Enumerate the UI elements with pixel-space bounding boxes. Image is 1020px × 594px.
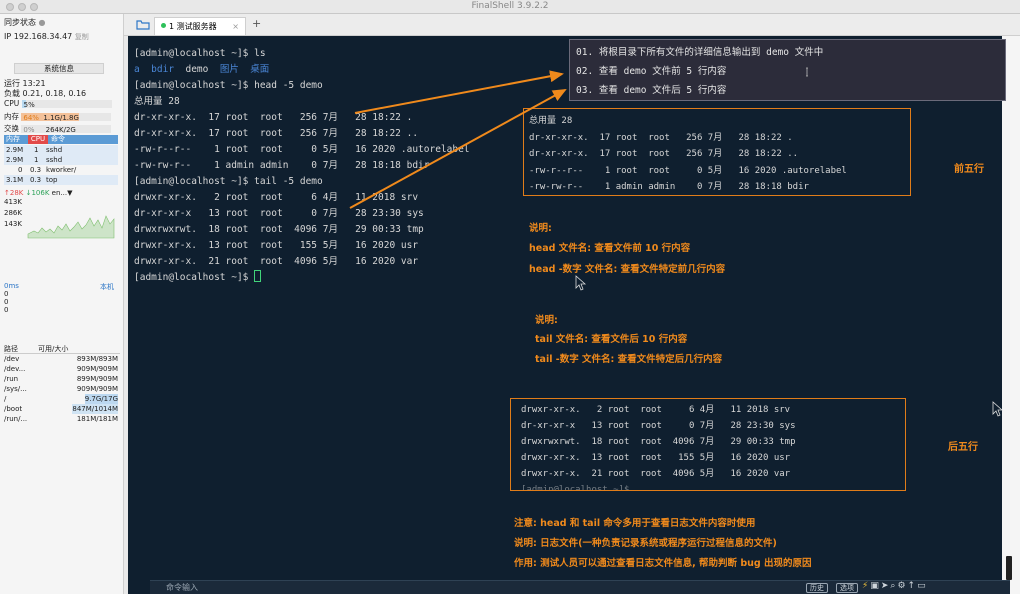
network-status: ↑28K ↓106K en...▼ (4, 189, 73, 197)
purpose-note: 作用: 测试人员可以通过查看日志文件信息, 帮助判断 bug 出现的原因 (514, 558, 812, 569)
system-info-button[interactable]: 系统信息 (14, 63, 104, 74)
cpu-meter: CPU 5% (4, 99, 112, 109)
main-area: 1 测试服务器 × + [admin@localhost ~]$ ls a bdir… (124, 14, 1020, 594)
disk-row[interactable]: /run 899M/909M (4, 374, 120, 384)
close-tab-icon[interactable]: × (232, 18, 239, 35)
proc-col-cmd[interactable]: 命令 (48, 135, 65, 144)
clipboard-icon[interactable]: ▣ (870, 581, 881, 591)
bottom-bar: 命令输入 历史 选项 ⚡▣➤⌕⚙↑▭ (150, 580, 1010, 594)
swap-meter: 交换 0% 264K/2G (4, 123, 112, 134)
app-title: FinalShell 3.9.2.2 (471, 1, 549, 11)
upload-icon[interactable]: ↑ (908, 581, 918, 591)
process-row[interactable]: 2.9M 1 sshd (4, 145, 118, 155)
process-row[interactable]: 2.9M 1 sshd (4, 155, 118, 165)
command-input[interactable]: 命令输入 (166, 582, 198, 593)
first-five-label: 前五行 (954, 164, 984, 175)
load-average: 负载 0.21, 0.18, 0.16 (4, 89, 87, 98)
connected-dot-icon (161, 23, 166, 28)
terminal-output: [admin@localhost ~]$ ls a bdir demo 图片 桌面… (134, 48, 470, 283)
options-button[interactable]: 选项 (836, 583, 858, 593)
latency-panel: 0ms 本机 0 0 0 (4, 282, 114, 314)
process-row[interactable]: 0 0.3 kworker/ (4, 165, 118, 175)
gear-icon[interactable]: ⚙ (897, 581, 907, 591)
terminal-cursor (254, 270, 262, 282)
process-row[interactable]: 3.1M 0.3 top (4, 175, 118, 185)
usage-note: 注意: head 和 tail 命令多用于查看日志文件内容时使用 (514, 518, 756, 529)
interface-select[interactable]: en... (52, 189, 67, 197)
folder-icon[interactable] (136, 19, 150, 30)
sync-status: 同步状态 ● (4, 18, 46, 27)
window-icon[interactable]: ▭ (917, 581, 928, 591)
sync-dot-icon: ● (38, 18, 46, 27)
pointer-icon[interactable]: ➤ (881, 581, 891, 591)
proc-col-cpu[interactable]: CPU (28, 135, 48, 144)
status-sidebar: 同步状态 ● IP 192.168.34.47 复制 系统信息 运行 13:21… (0, 14, 124, 594)
tail-explain-title: 说明: (535, 315, 558, 326)
copy-ip-button[interactable]: 复制 (75, 33, 89, 41)
tail-explain-1: tail 文件名: 查看文件后 10 行内容 (535, 334, 688, 345)
last-five-label: 后五行 (948, 442, 978, 453)
proc-col-mem[interactable]: 内存 (4, 135, 28, 144)
server-ip: IP 192.168.34.47 复制 (4, 32, 89, 41)
tab-bar: 1 测试服务器 × + (124, 14, 1020, 36)
disk-row[interactable]: /9.7G/17G (4, 394, 120, 404)
disk-table: 路径 可用/大小 /dev 893M/893M /dev... 909M/909M /… (4, 344, 120, 424)
disk-header: 路径 可用/大小 (4, 344, 120, 354)
history-button[interactable]: 历史 (806, 583, 828, 593)
tail-explain-2: tail -数字 文件名: 查看文件特定后几行内容 (535, 354, 723, 365)
network-graph (27, 215, 115, 239)
scroll-thumb[interactable] (1006, 556, 1012, 580)
tail-output-box: drwxr-xr-x. 2 root root 6 4月 11 2018 srv… (510, 398, 906, 491)
disk-row[interactable]: /sys/... 909M/909M (4, 384, 120, 394)
disk-row[interactable]: /run/... 181M/181M (4, 414, 120, 424)
disk-row[interactable]: /dev 893M/893M (4, 354, 120, 364)
disk-row[interactable]: /dev... 909M/909M (4, 364, 120, 374)
title-bar: FinalShell 3.9.2.2 (0, 0, 1020, 14)
steps-note-box: 01. 将根目录下所有文件的详细信息输出到 demo 文件中 02. 查看 dem… (569, 39, 1006, 101)
memory-meter: 内存 64% 1.1G/1.8G (4, 111, 112, 122)
head-explain-1: head 文件名: 查看文件前 10 行内容 (529, 243, 691, 254)
network-chart: 413K 286K 143K (4, 198, 118, 240)
process-table-header: 内存 CPU 命令 (4, 135, 118, 144)
disk-row[interactable]: /boot 847M/1014M (4, 404, 120, 414)
chevron-down-icon[interactable]: ▼ (67, 189, 72, 197)
add-tab-button[interactable]: + (252, 17, 261, 30)
head-explain-2: head -数字 文件名: 查看文件特定前几行内容 (529, 264, 726, 275)
tab-test-server[interactable]: 1 测试服务器 × (154, 17, 246, 35)
log-explain: 说明: 日志文件(一种负责记录系统或程序运行过程信息的文件) (514, 538, 777, 549)
head-output-box: 总用量 28 dr-xr-xr-x. 17 root root 256 7月 28… (523, 108, 911, 196)
terminal-scrollbar[interactable] (1002, 36, 1020, 594)
head-explain-title: 说明: (529, 223, 552, 234)
